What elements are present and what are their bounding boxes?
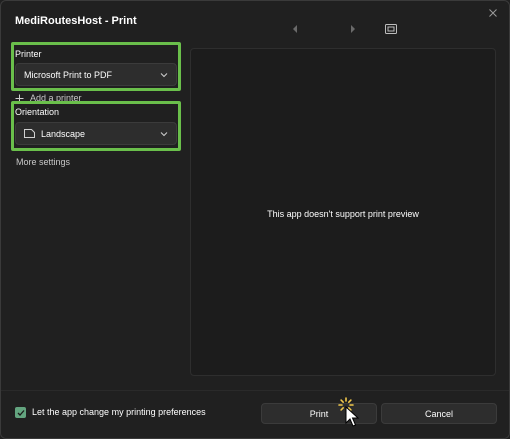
chevron-right-icon[interactable] <box>348 24 358 34</box>
orientation-selected-value: Landscape <box>41 128 86 139</box>
printing-preferences-checkbox[interactable] <box>15 407 26 418</box>
chevron-left-icon[interactable] <box>290 24 300 34</box>
preview-message: This app doesn't support print preview <box>267 209 419 219</box>
landscape-page-icon <box>24 129 35 138</box>
printer-select[interactable]: Microsoft Print to PDF <box>15 63 177 86</box>
mouse-cursor-icon <box>345 406 359 427</box>
cancel-button[interactable]: Cancel <box>381 403 497 424</box>
chevron-down-icon <box>160 131 168 136</box>
printing-preferences-label: Let the app change my printing preferenc… <box>32 407 206 417</box>
orientation-label: Orientation <box>15 107 60 117</box>
print-button[interactable]: Print <box>261 403 377 424</box>
checkmark-icon <box>17 409 24 416</box>
cancel-button-label: Cancel <box>424 408 453 419</box>
fit-to-page-icon[interactable] <box>384 22 398 36</box>
print-dialog: MediRoutesHost - Print Printer Microsoft… <box>0 0 510 439</box>
print-preview-pane: This app doesn't support print preview <box>190 48 496 376</box>
printer-selected-value: Microsoft Print to PDF <box>24 69 113 80</box>
chevron-down-icon <box>160 72 168 77</box>
orientation-select[interactable]: Landscape <box>15 122 177 145</box>
dialog-footer: Let the app change my printing preferenc… <box>1 390 509 438</box>
print-button-label: Print <box>309 408 329 419</box>
printer-label: Printer <box>15 49 42 59</box>
more-settings-link[interactable]: More settings <box>16 157 70 167</box>
dialog-title: MediRoutesHost - Print <box>15 15 137 27</box>
close-icon <box>489 9 497 17</box>
close-button[interactable] <box>485 5 501 21</box>
